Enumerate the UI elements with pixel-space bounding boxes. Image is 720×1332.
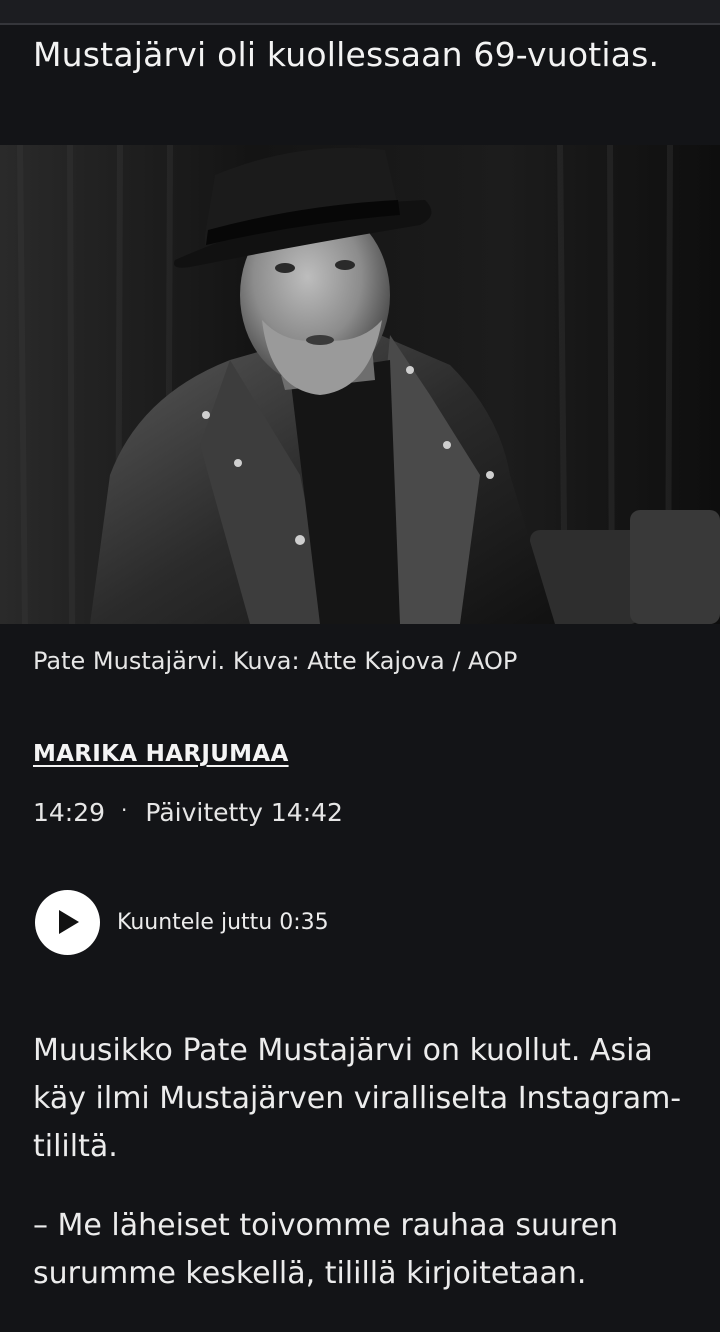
listen-label: Kuuntele juttu 0:35: [117, 909, 329, 935]
publish-times: 14:29 · Päivitetty 14:42: [33, 796, 343, 831]
top-bar: [0, 0, 720, 25]
updated-time: Päivitetty 14:42: [145, 798, 343, 827]
article-lead: Mustajärvi oli kuollessaan 69-vuotias.: [33, 35, 660, 74]
play-icon: [58, 910, 79, 934]
article-paragraph: Muusikko Pate Mustajärvi on kuollut. Asi…: [33, 1033, 682, 1164]
author-link[interactable]: MARIKA HARJUMAA: [33, 738, 289, 770]
time-separator: ·: [121, 798, 128, 822]
listen-article-button[interactable]: Kuuntele juttu 0:35: [35, 889, 329, 955]
article-paragraph: – Me läheiset toivomme rauhaa suuren sur…: [33, 1208, 619, 1291]
published-time: 14:29: [33, 798, 106, 827]
play-button[interactable]: [35, 889, 100, 955]
article-photo[interactable]: [0, 145, 720, 624]
image-caption: Pate Mustajärvi. Kuva: Atte Kajova / AOP: [33, 647, 518, 675]
